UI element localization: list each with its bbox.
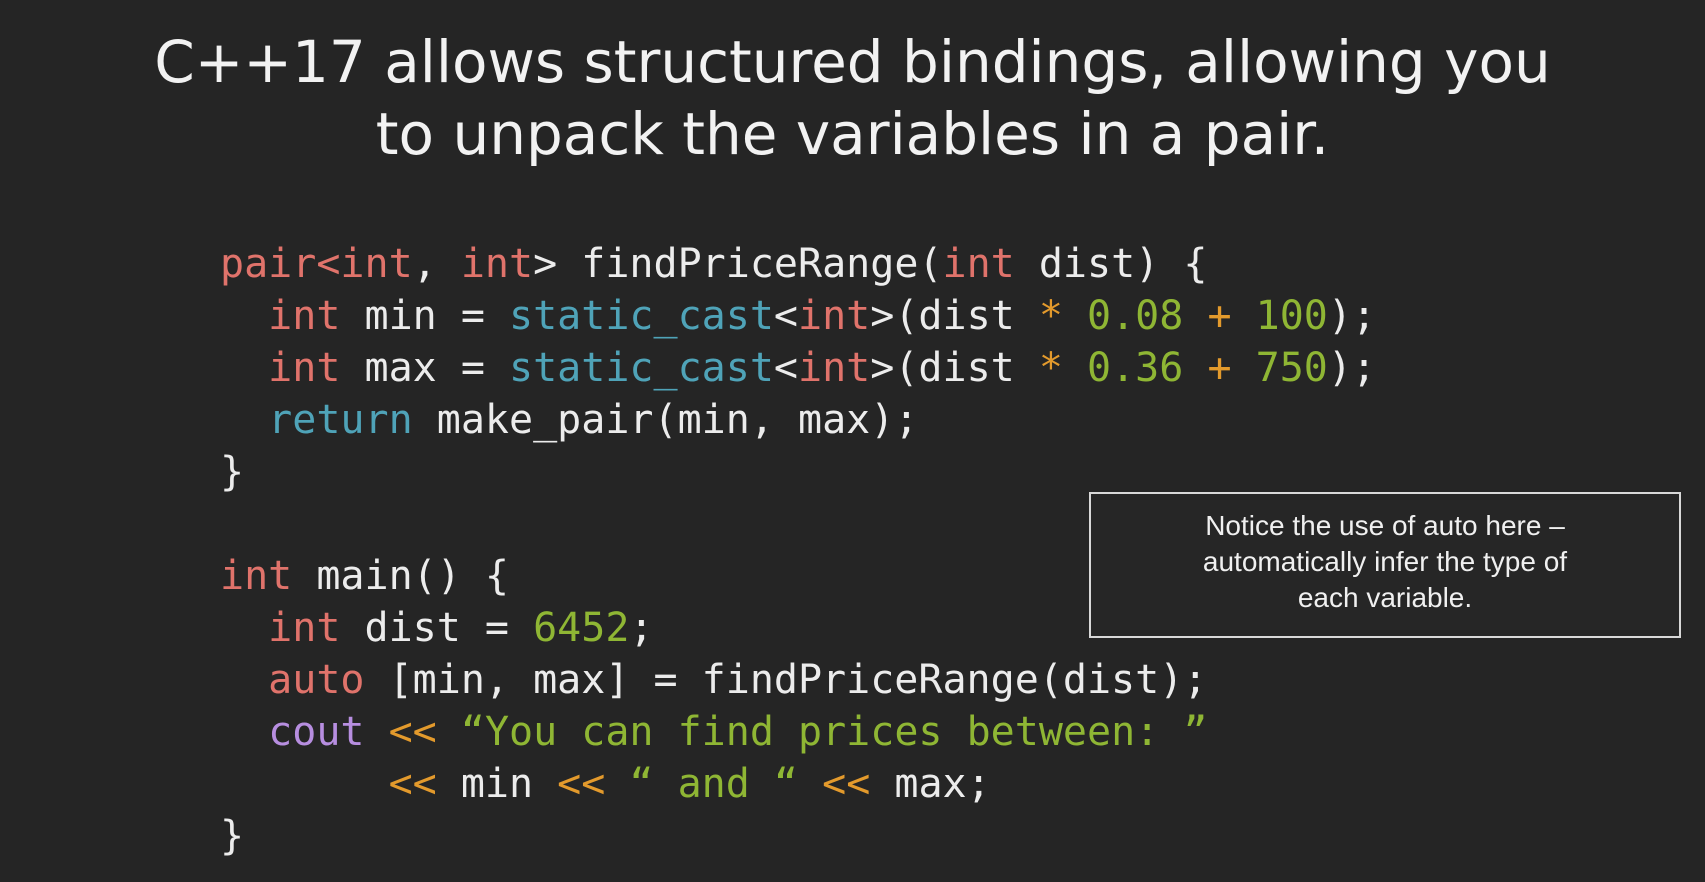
- code-token: dist =: [340, 605, 534, 651]
- code-token: 6452: [533, 605, 630, 651]
- code-line: int max = static_cast<int>(dist * 0.36 +…: [220, 342, 1376, 394]
- code-token: static_cast: [509, 345, 774, 391]
- code-token: }: [220, 449, 245, 495]
- code-token: min =: [340, 293, 509, 339]
- code-token: [min, max] = findPriceRange(dist);: [364, 657, 1208, 703]
- code-token: auto: [268, 657, 365, 703]
- code-token: *: [1038, 345, 1063, 391]
- code-token: return: [268, 397, 413, 443]
- code-token: “ and “: [629, 761, 799, 807]
- slide-title: C++17 allows structured bindings, allowi…: [0, 26, 1705, 170]
- code-token: int: [942, 241, 1015, 287]
- code-token: *: [1038, 293, 1063, 339]
- code-token: +: [1207, 345, 1232, 391]
- code-line: }: [220, 810, 1376, 862]
- code-line: int min = static_cast<int>(dist * 0.08 +…: [220, 290, 1376, 342]
- code-token: }: [220, 813, 245, 859]
- code-token: );: [1327, 345, 1377, 391]
- code-token: 0.08: [1087, 293, 1184, 339]
- code-token: > findPriceRange(: [533, 241, 943, 287]
- code-token: cout: [268, 709, 365, 755]
- code-token: 100: [1255, 293, 1328, 339]
- code-token: >(dist: [870, 345, 1039, 391]
- code-token: <<: [388, 761, 437, 807]
- code-line: cout << “You can find prices between: ”: [220, 706, 1376, 758]
- code-token: <<: [557, 761, 606, 807]
- code-token: int: [798, 345, 871, 391]
- code-token: 750: [1255, 345, 1328, 391]
- note-line-1: Notice the use of auto here –: [1205, 510, 1565, 541]
- code-token: int: [268, 605, 341, 651]
- code-token: int: [460, 241, 534, 287]
- code-token: int: [268, 345, 341, 391]
- code-token: ,: [412, 241, 461, 287]
- note-line-2: automatically infer the type of: [1202, 546, 1568, 577]
- code-token: int: [798, 293, 871, 339]
- code-token: <<: [388, 709, 437, 755]
- code-token: pair<: [220, 241, 341, 287]
- code-line: pair<int, int> findPriceRange(int dist) …: [220, 238, 1376, 290]
- code-token: “You can find prices between: ”: [460, 709, 1208, 755]
- code-token: int: [220, 553, 293, 599]
- code-token: +: [1207, 293, 1232, 339]
- code-token: 0.36: [1087, 345, 1184, 391]
- slide-title-line-1: C++17 allows structured bindings, allowi…: [154, 28, 1551, 96]
- code-token: max;: [870, 761, 991, 807]
- code-line: << min << “ and “ << max;: [220, 758, 1376, 810]
- code-token: );: [1327, 293, 1377, 339]
- code-token: min: [436, 761, 558, 807]
- code-token: int: [340, 241, 413, 287]
- code-line: }: [220, 446, 1376, 498]
- code-token: <: [773, 293, 798, 339]
- code-token: max =: [340, 345, 509, 391]
- note-callout: Notice the use of auto here – automatica…: [1089, 492, 1681, 638]
- note-line-3: each variable.: [1297, 582, 1473, 613]
- code-token: ;: [629, 605, 654, 651]
- code-token: <<: [822, 761, 871, 807]
- code-token: make_pair(min, max);: [412, 397, 919, 443]
- slide-title-line-2: to unpack the variables in a pair.: [375, 100, 1330, 168]
- code-line: return make_pair(min, max);: [220, 394, 1376, 446]
- code-token: main() {: [292, 553, 509, 599]
- code-token: >(dist: [870, 293, 1039, 339]
- code-line: auto [min, max] = findPriceRange(dist);: [220, 654, 1376, 706]
- code-token: dist) {: [1014, 241, 1208, 287]
- code-token: int: [268, 293, 341, 339]
- code-token: static_cast: [509, 293, 774, 339]
- code-token: <: [773, 345, 798, 391]
